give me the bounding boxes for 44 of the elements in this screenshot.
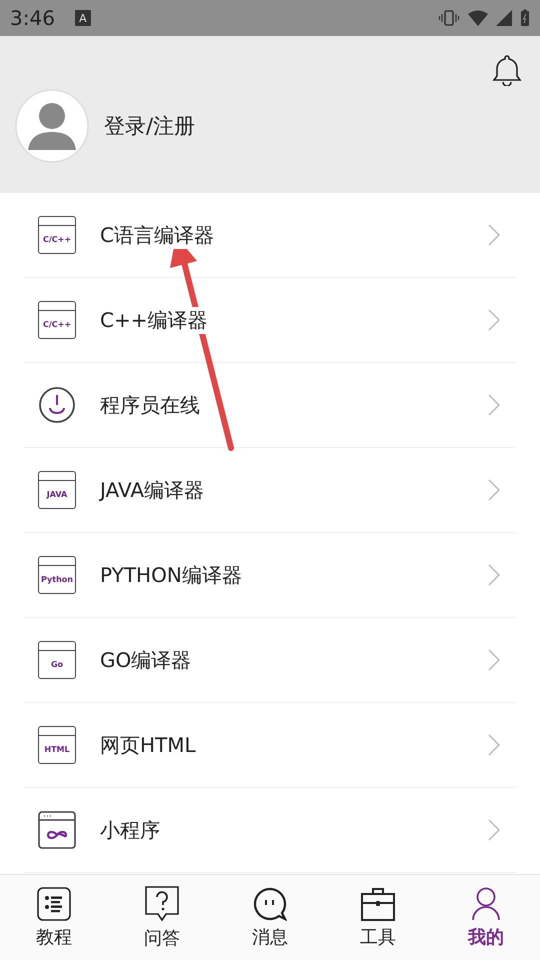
menu-item-label: C++编译器 (100, 306, 208, 334)
chevron-right-icon (488, 224, 500, 246)
notification-bell-icon[interactable] (492, 54, 522, 86)
menu-item[interactable]: HTML 网页HTML (24, 703, 516, 788)
list-icon (37, 886, 71, 920)
power-icon (38, 386, 76, 424)
person-icon (471, 886, 501, 920)
chevron-right-icon (488, 734, 500, 756)
login-register-link[interactable]: 登录/注册 (104, 112, 196, 140)
code-window-icon: Go (38, 641, 76, 679)
chevron-right-icon (488, 564, 500, 586)
nav-tab[interactable]: 工具 (324, 886, 432, 948)
chevron-right-icon (488, 309, 500, 331)
keyboard-indicator: A (74, 10, 91, 26)
code-window-icon: JAVA (38, 471, 76, 509)
menu-item[interactable]: JAVA JAVA编译器 (24, 448, 516, 533)
chevron-right-icon (488, 649, 500, 671)
window-infinity-icon (38, 811, 76, 849)
signal-icon (496, 10, 512, 26)
code-window-icon: Python (38, 556, 76, 594)
status-time: 3:46 (10, 6, 55, 30)
chevron-right-icon (488, 479, 500, 501)
toolbox-icon (361, 886, 395, 920)
menu-item[interactable]: C/C++ C++编译器 (24, 278, 516, 363)
chevron-right-icon (488, 394, 500, 416)
wifi-icon (468, 10, 488, 26)
menu-item[interactable]: 程序员在线 (24, 363, 516, 448)
nav-tab[interactable]: 教程 (0, 886, 108, 948)
code-window-icon: HTML (38, 726, 76, 764)
nav-tab[interactable]: 消息 (216, 886, 324, 948)
code-window-icon: C/C++ (38, 216, 76, 254)
menu-item[interactable]: Python PYTHON编译器 (24, 533, 516, 618)
avatar[interactable] (14, 88, 90, 164)
code-window-icon: C/C++ (38, 301, 76, 339)
nav-tab[interactable]: 我的 (432, 886, 540, 948)
nav-tab[interactable]: 问答 (108, 886, 216, 950)
menu-item[interactable]: C/C++ C语言编译器 (24, 193, 516, 278)
question-icon (145, 886, 179, 922)
menu-item[interactable]: 小程序 (24, 788, 516, 873)
vibrate-icon (438, 10, 460, 26)
chat-bubble-icon (253, 886, 287, 920)
battery-icon (520, 9, 530, 27)
chevron-right-icon (488, 819, 500, 841)
menu-item[interactable]: Go GO编译器 (24, 618, 516, 703)
